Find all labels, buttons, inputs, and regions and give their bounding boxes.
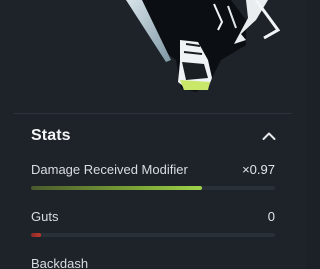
stat-label: Damage Received Modifier: [31, 162, 188, 177]
stat-label: Backdash: [31, 256, 89, 269]
stat-bar: [31, 186, 275, 190]
stat-bar-fill: [31, 186, 202, 190]
stats-section-header[interactable]: Stats: [0, 120, 306, 154]
stat-backdash: Backdash: [31, 256, 275, 269]
section-title: Stats: [31, 127, 71, 144]
stat-guts: Guts 0: [31, 209, 275, 241]
character-stats-panel: Stats Damage Received Modifier ×0.97 Gut…: [0, 0, 306, 269]
character-portrait: [126, 0, 281, 92]
stat-bar-fill: [31, 233, 41, 237]
section-divider: [14, 113, 292, 114]
stat-value: ×0.97: [242, 162, 275, 177]
stat-value: 0: [267, 209, 275, 224]
stat-damage-received-modifier: Damage Received Modifier ×0.97: [31, 162, 275, 194]
stat-bar: [31, 233, 275, 237]
stat-label: Guts: [31, 209, 59, 224]
chevron-up-icon[interactable]: [262, 130, 276, 142]
